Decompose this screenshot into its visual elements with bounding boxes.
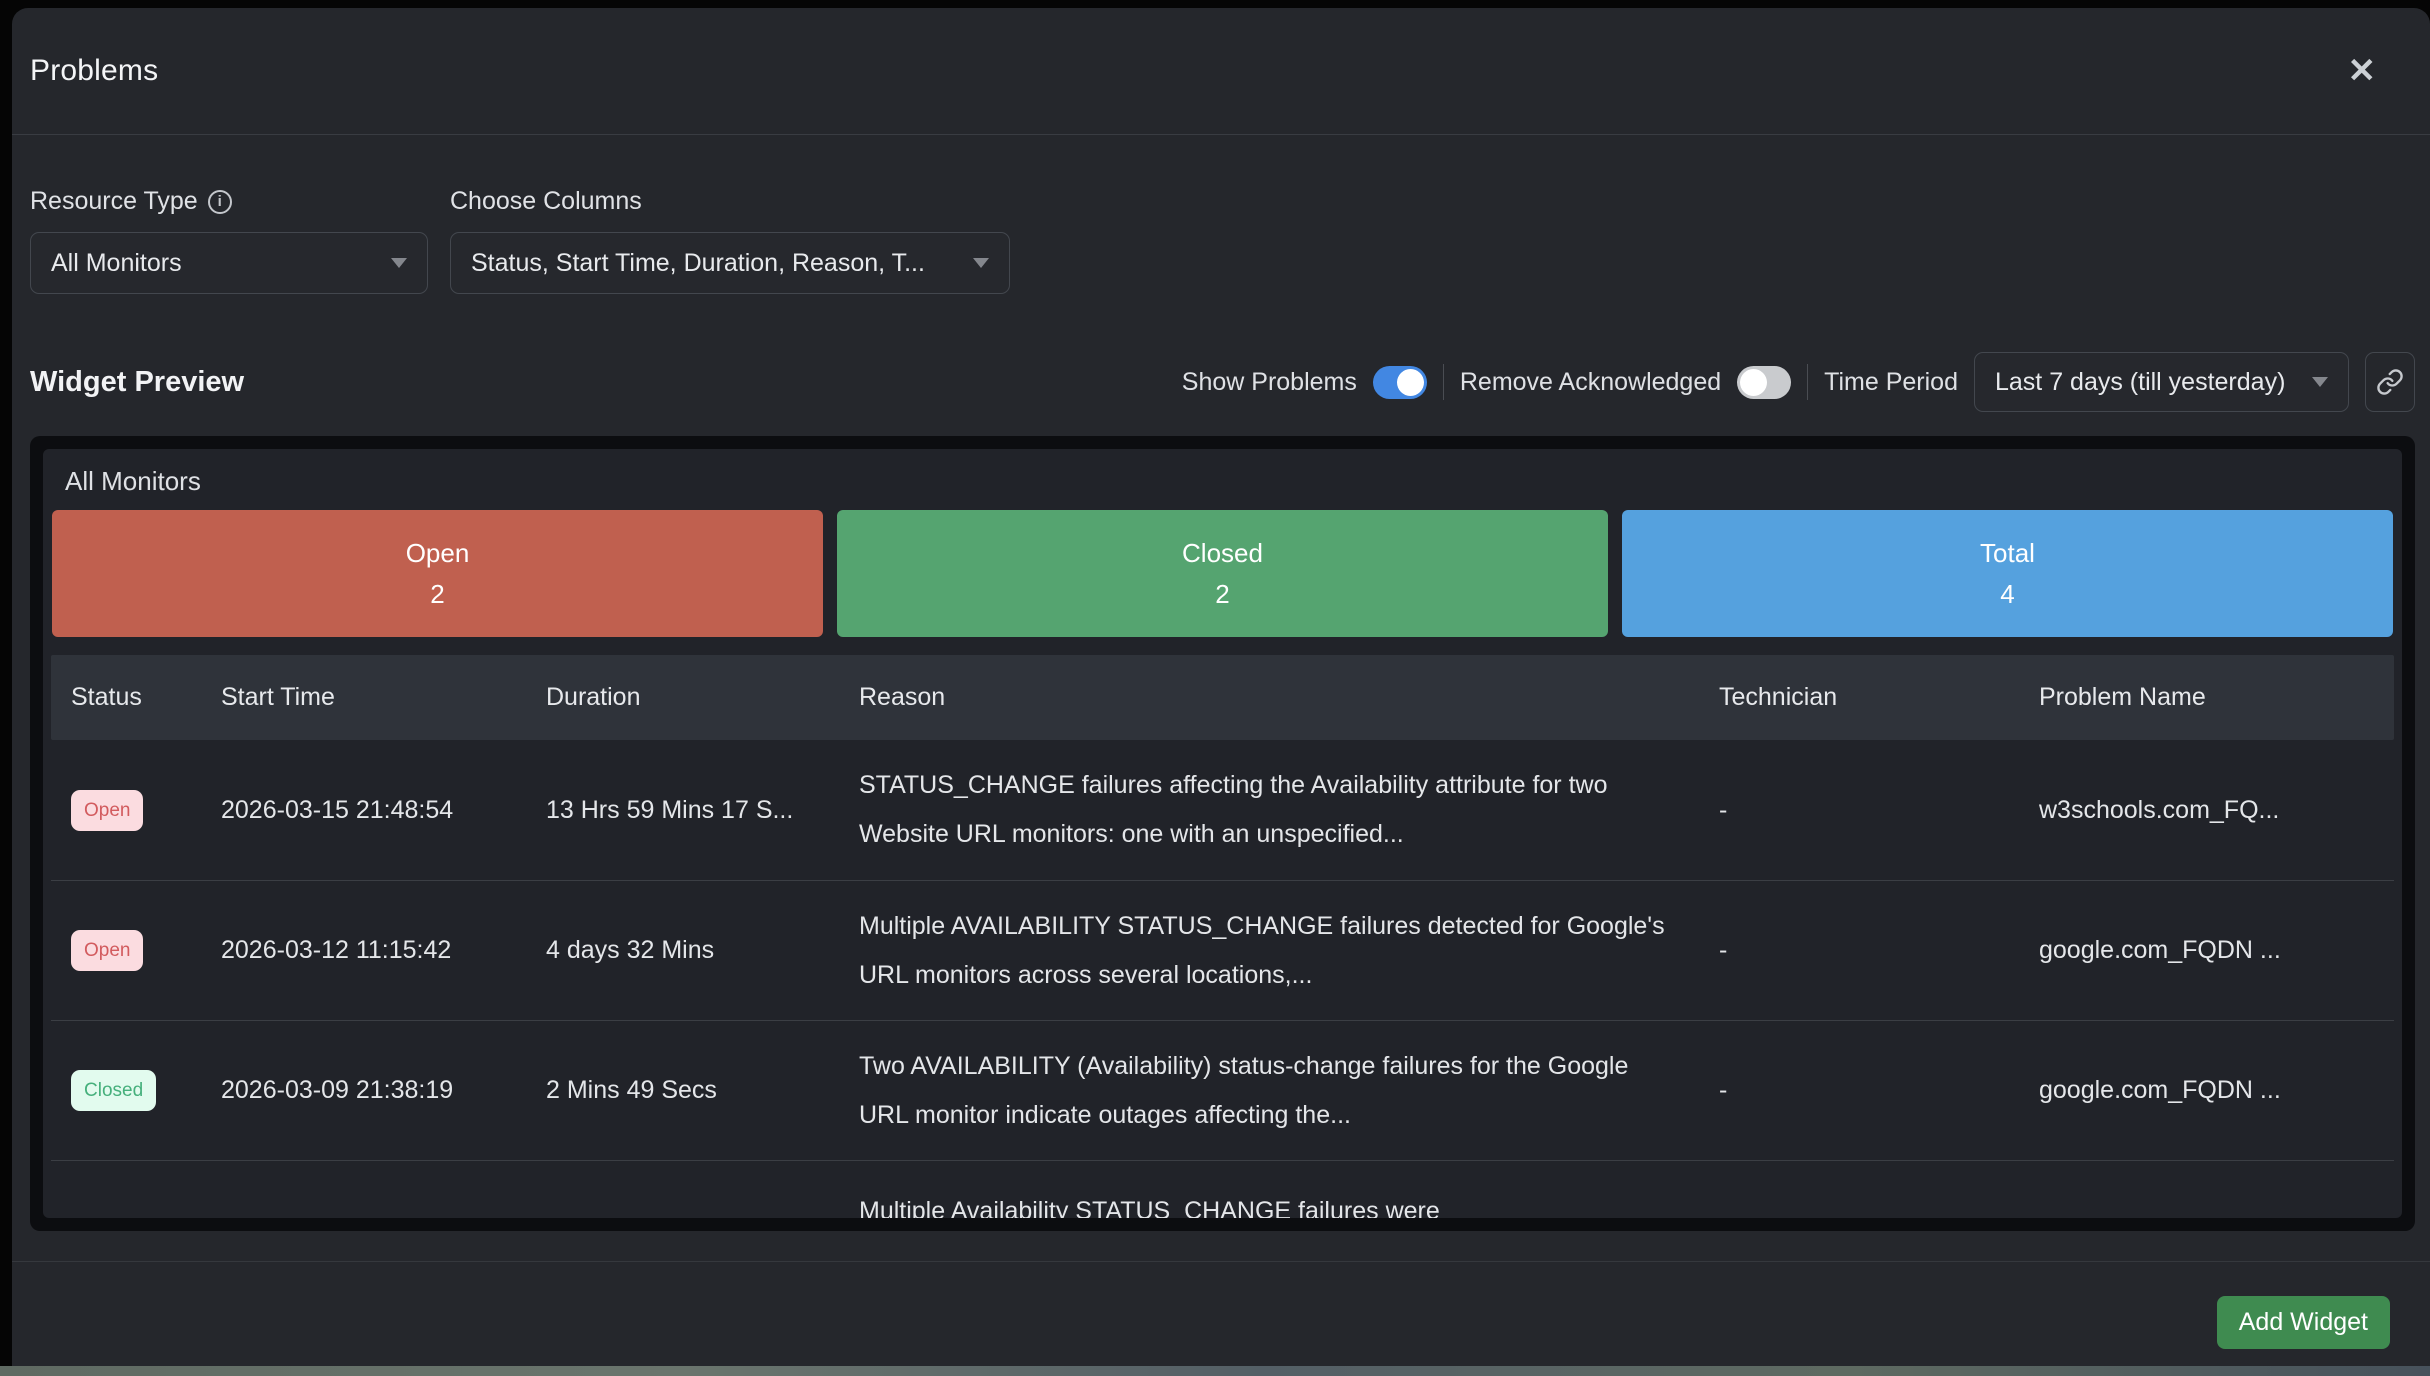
choose-columns-label: Choose Columns bbox=[450, 187, 1010, 216]
cell-problem-name: google.com_FQDN ... bbox=[2039, 1076, 2394, 1105]
table-header: Status Start Time Duration Reason Techni… bbox=[51, 655, 2394, 740]
header-start-time: Start Time bbox=[221, 683, 546, 712]
info-icon: i bbox=[208, 190, 232, 214]
header-status: Status bbox=[51, 683, 221, 712]
toggle-knob bbox=[1397, 369, 1424, 396]
header-technician: Technician bbox=[1719, 683, 2039, 712]
cell-start-time: 2026-03-12 11:15:42 bbox=[221, 936, 546, 965]
preview-controls: Show Problems Remove Acknowledged Time P… bbox=[1182, 352, 2415, 412]
status-badge: Closed bbox=[71, 1070, 156, 1111]
close-icon[interactable]: ✕ bbox=[2348, 54, 2377, 88]
time-period-value: Last 7 days (till yesterday) bbox=[1995, 368, 2285, 397]
choose-columns-group: Choose Columns Status, Start Time, Durat… bbox=[450, 187, 1010, 294]
cell-problem-name: w3schools.com_FQ... bbox=[2039, 796, 2394, 825]
cell-technician: - bbox=[1719, 936, 2039, 965]
controls-row: Resource Type i All Monitors Choose Colu… bbox=[12, 135, 2430, 294]
modal-footer: Add Widget bbox=[12, 1261, 2430, 1366]
modal-header: Problems ✕ bbox=[12, 8, 2430, 135]
card-label: Total bbox=[1980, 538, 2035, 569]
add-widget-button[interactable]: Add Widget bbox=[2217, 1296, 2390, 1349]
card-value: 2 bbox=[430, 579, 444, 610]
show-problems-toggle[interactable] bbox=[1373, 366, 1427, 399]
header-reason: Reason bbox=[859, 673, 1719, 722]
background-page-strip bbox=[0, 1366, 2430, 1376]
table-row[interactable]: Multiple Availability STATUS_CHANGE fail… bbox=[51, 1160, 2394, 1218]
time-period-label: Time Period bbox=[1824, 368, 1958, 397]
cell-start-time: 2026-03-09 21:38:19 bbox=[221, 1076, 546, 1105]
cell-reason: Two AVAILABILITY (Availability) status-c… bbox=[859, 1042, 1719, 1140]
card-label: Open bbox=[406, 538, 470, 569]
header-problem-name: Problem Name bbox=[2039, 683, 2394, 712]
table-row[interactable]: Open 2026-03-15 21:48:54 13 Hrs 59 Mins … bbox=[51, 740, 2394, 880]
choose-columns-value: Status, Start Time, Duration, Reason, T.… bbox=[471, 249, 925, 278]
remove-acknowledged-toggle[interactable] bbox=[1737, 366, 1791, 399]
divider bbox=[1807, 364, 1808, 400]
cell-duration: 4 days 32 Mins bbox=[546, 936, 859, 965]
table-row[interactable]: Closed 2026-03-09 21:38:19 2 Mins 49 Sec… bbox=[51, 1020, 2394, 1160]
card-value: 2 bbox=[1215, 579, 1229, 610]
cell-reason: Multiple Availability STATUS_CHANGE fail… bbox=[859, 1161, 1719, 1218]
resource-type-group: Resource Type i All Monitors bbox=[30, 187, 428, 294]
preview-heading-row: Widget Preview Show Problems Remove Ackn… bbox=[30, 352, 2415, 412]
cell-start-time: 2026-03-15 21:48:54 bbox=[221, 796, 546, 825]
cell-problem-name: google.com_FQDN ... bbox=[2039, 936, 2394, 965]
cell-reason: Multiple AVAILABILITY STATUS_CHANGE fail… bbox=[859, 902, 1719, 1000]
resource-type-select[interactable]: All Monitors bbox=[30, 232, 428, 294]
chevron-down-icon bbox=[973, 258, 989, 268]
resource-type-label: Resource Type i bbox=[30, 187, 428, 216]
total-summary-card[interactable]: Total 4 bbox=[1622, 510, 2393, 637]
cell-reason: STATUS_CHANGE failures affecting the Ava… bbox=[859, 761, 1719, 859]
modal-title: Problems bbox=[30, 54, 158, 88]
table-row[interactable]: Open 2026-03-12 11:15:42 4 days 32 Mins … bbox=[51, 880, 2394, 1020]
preview-title: Widget Preview bbox=[30, 366, 244, 399]
closed-summary-card[interactable]: Closed 2 bbox=[837, 510, 1608, 637]
status-badge: Open bbox=[71, 930, 143, 971]
header-duration: Duration bbox=[546, 683, 859, 712]
cell-technician: - bbox=[1719, 1076, 2039, 1105]
problems-modal: Problems ✕ Resource Type i All Monitors … bbox=[12, 8, 2430, 1366]
link-chain-icon[interactable] bbox=[2365, 352, 2415, 412]
summary-cards-row: Open 2 Closed 2 Total 4 bbox=[43, 510, 2402, 637]
show-problems-label: Show Problems bbox=[1182, 368, 1357, 397]
status-badge: Open bbox=[71, 790, 143, 831]
choose-columns-select[interactable]: Status, Start Time, Duration, Reason, T.… bbox=[450, 232, 1010, 294]
card-label: Closed bbox=[1182, 538, 1263, 569]
widget-preview-shell: All Monitors Open 2 Closed 2 Total 4 Sta… bbox=[30, 436, 2415, 1231]
toggle-knob bbox=[1740, 369, 1767, 396]
card-value: 4 bbox=[2000, 579, 2014, 610]
chevron-down-icon bbox=[391, 258, 407, 268]
time-period-select[interactable]: Last 7 days (till yesterday) bbox=[1974, 352, 2349, 412]
problems-table: Status Start Time Duration Reason Techni… bbox=[51, 655, 2394, 1218]
remove-acknowledged-label: Remove Acknowledged bbox=[1460, 368, 1721, 397]
cell-duration: 13 Hrs 59 Mins 17 S... bbox=[546, 796, 859, 825]
resource-type-value: All Monitors bbox=[51, 249, 182, 278]
cell-technician: - bbox=[1719, 796, 2039, 825]
cell-duration: 2 Mins 49 Secs bbox=[546, 1076, 859, 1105]
open-summary-card[interactable]: Open 2 bbox=[52, 510, 823, 637]
panel-title: All Monitors bbox=[43, 449, 2402, 510]
widget-preview-panel: All Monitors Open 2 Closed 2 Total 4 Sta… bbox=[43, 449, 2402, 1218]
divider bbox=[1443, 364, 1444, 400]
chevron-down-icon bbox=[2312, 377, 2328, 387]
